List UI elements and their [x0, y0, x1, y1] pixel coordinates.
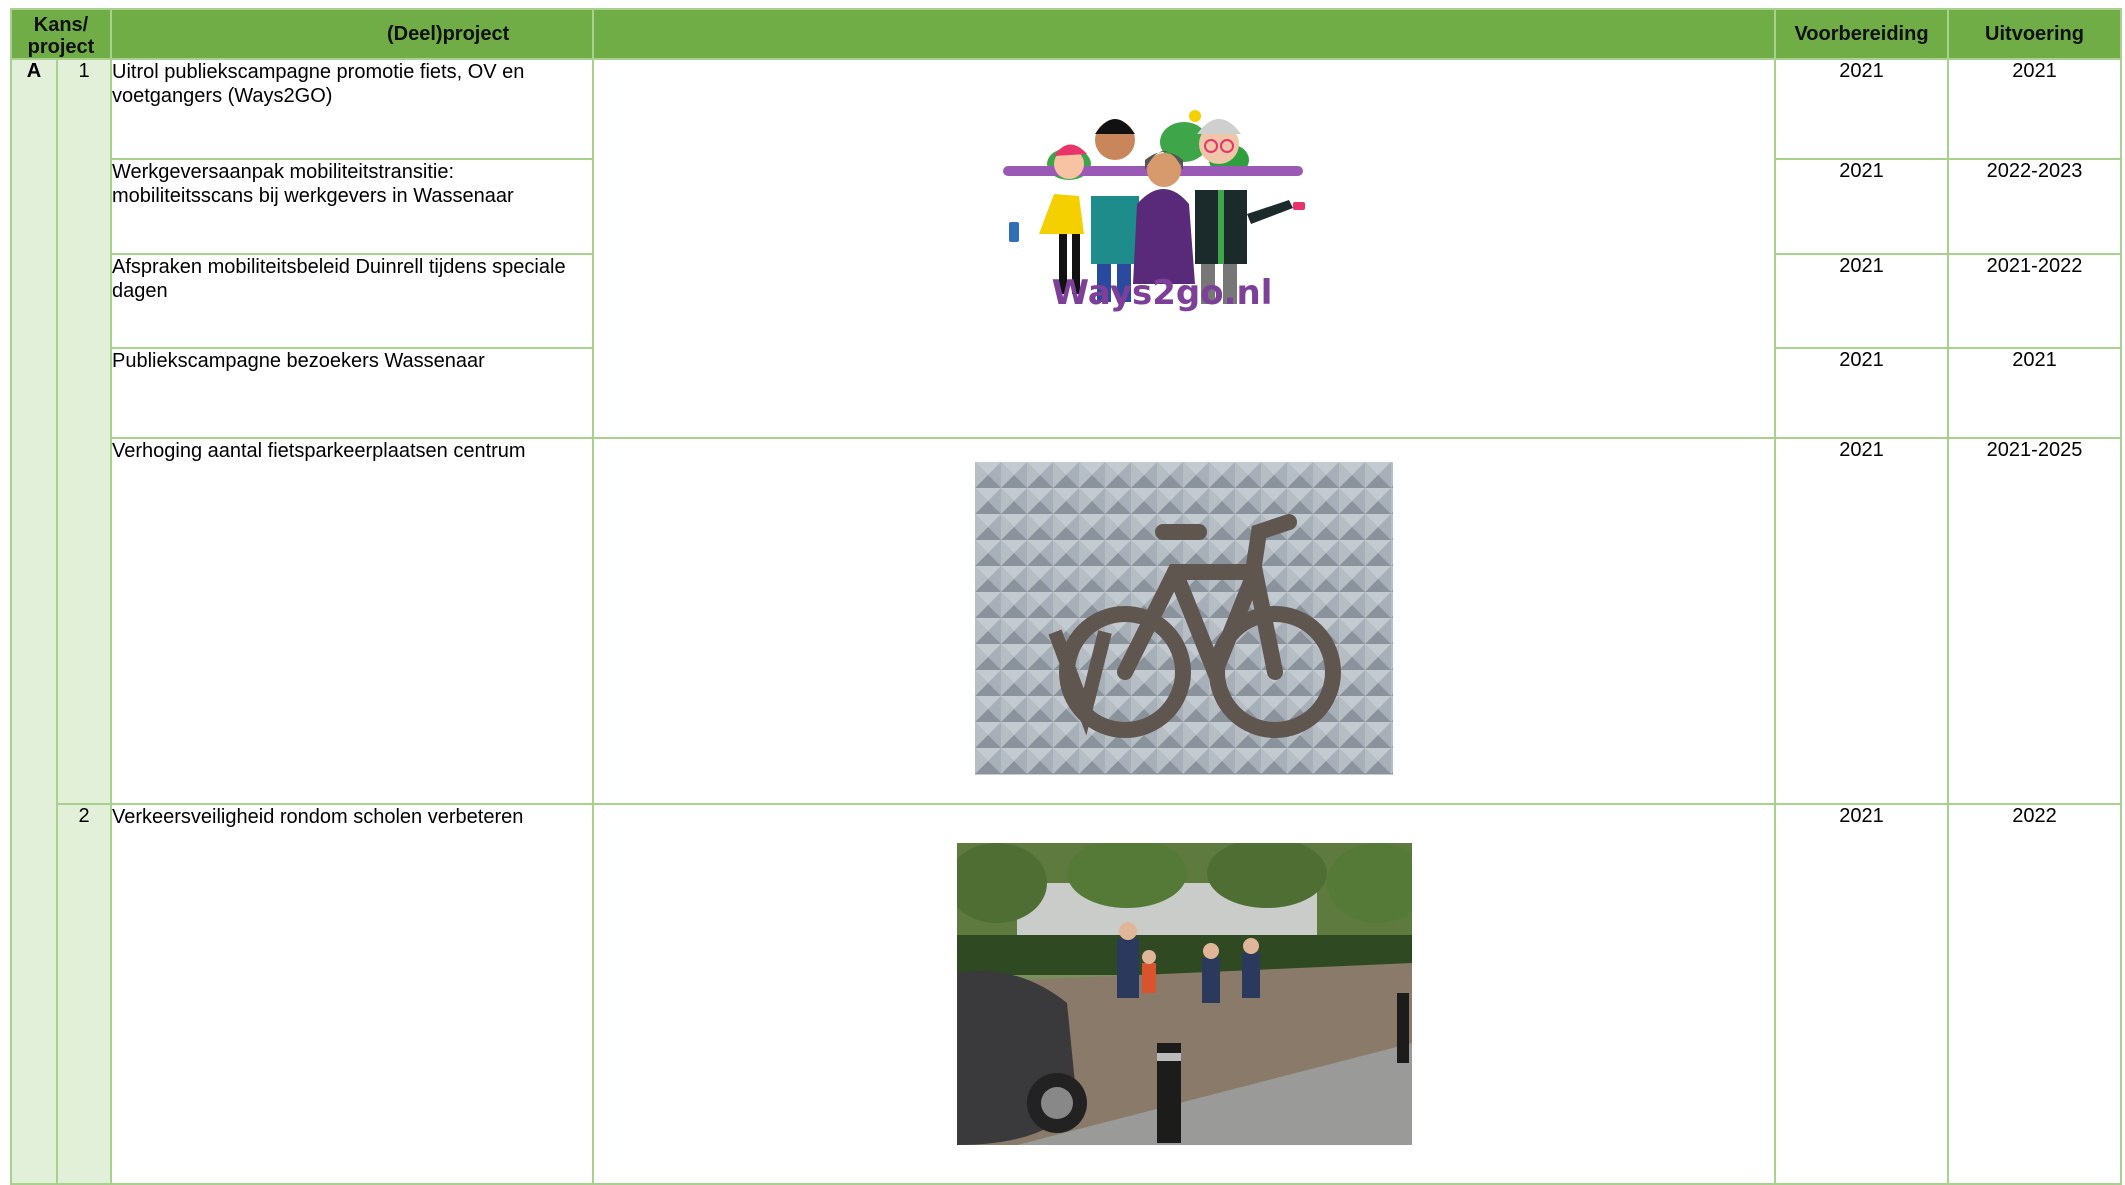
- project-number-cell: 1: [56, 58, 112, 805]
- children-crossing-photo: [957, 843, 1412, 1145]
- school-image-cell: [592, 803, 1776, 1185]
- bike-parking-photo: [975, 462, 1393, 775]
- ways2go-logo-image: Ways2go.nl: [999, 104, 1325, 314]
- header-voorbereiding: Voorbereiding: [1774, 8, 1949, 60]
- voorbereiding-cell: 2021: [1774, 347, 1949, 439]
- school-crossing-photo: [957, 843, 1412, 1145]
- project-name: Afspraken mobiliteitsbeleid Duinrell tij…: [110, 253, 594, 349]
- project-table: Kans/ project (Deel)project Voorbereidin…: [10, 8, 2122, 1185]
- header-kans-line1: Kans/: [33, 14, 89, 36]
- header-kans-line2: project: [27, 36, 95, 58]
- bicycle-sign-icon: [975, 462, 1393, 775]
- project-name: Verkeersveiligheid rondom scholen verbet…: [110, 803, 594, 1185]
- table-row: 2 Verkeersveiligheid rondom scholen verb…: [11, 803, 2122, 1185]
- kans-cell: A: [10, 58, 58, 1185]
- header-image-column: [592, 8, 1776, 60]
- project-name: Verhoging aantal fietsparkeerplaatsen ce…: [110, 437, 594, 805]
- voorbereiding-cell: 2021: [1774, 58, 1949, 160]
- project-name: Werkgeversaanpak mobiliteitstransitie: m…: [110, 158, 594, 255]
- voorbereiding-cell: 2021: [1774, 437, 1949, 805]
- uitvoering-cell: 2022: [1947, 803, 2122, 1185]
- ways2go-illustration: Ways2go.nl: [1003, 110, 1305, 313]
- header-row: Kans/ project (Deel)project Voorbereidin…: [10, 8, 2122, 60]
- ways2go-image-cell: Ways2go.nl: [592, 58, 1776, 439]
- project-name: Publiekscampagne bezoekers Wassenaar: [110, 347, 594, 439]
- uitvoering-cell: 2021: [1947, 58, 2122, 160]
- header-deelproject: (Deel)project: [110, 8, 594, 60]
- bike-image-cell: [592, 437, 1776, 805]
- header-uitvoering: Uitvoering: [1947, 8, 2122, 60]
- voorbereiding-cell: 2021: [1774, 158, 1949, 255]
- uitvoering-cell: 2022-2023: [1947, 158, 2122, 255]
- voorbereiding-cell: 2021: [1774, 253, 1949, 349]
- table-row: Verhoging aantal fietsparkeerplaatsen ce…: [11, 437, 2122, 805]
- project-name: Uitrol publiekscampagne promotie fiets, …: [110, 58, 594, 160]
- project-table-sheet: Kans/ project (Deel)project Voorbereidin…: [10, 8, 2122, 1185]
- header-kans-project: Kans/ project: [10, 8, 112, 60]
- project-number-cell: 2: [56, 803, 112, 1185]
- voorbereiding-cell: 2021: [1774, 803, 1949, 1185]
- uitvoering-cell: 2021: [1947, 347, 2122, 439]
- uitvoering-cell: 2021-2022: [1947, 253, 2122, 349]
- ways2go-logo-text: Ways2go.nl: [1052, 273, 1273, 313]
- uitvoering-cell: 2021-2025: [1947, 437, 2122, 805]
- table-row: A 1 Uitrol publiekscampagne promotie fie…: [10, 58, 2122, 1185]
